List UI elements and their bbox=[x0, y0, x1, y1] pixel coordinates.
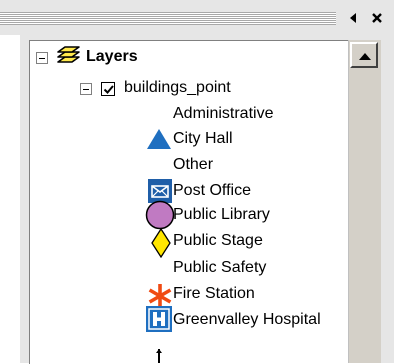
grip-end bbox=[336, 10, 340, 26]
window-titlebar[interactable] bbox=[0, 0, 394, 35]
close-button[interactable] bbox=[368, 9, 386, 27]
close-icon bbox=[372, 13, 382, 23]
yellow-diamond-icon bbox=[150, 228, 172, 258]
scroll-up-arrow-icon bbox=[359, 53, 371, 60]
layer-visibility-checkbox[interactable] bbox=[101, 82, 115, 96]
collapse-layers-toggle[interactable] bbox=[36, 52, 48, 64]
layer-name-label[interactable]: buildings_point bbox=[124, 78, 231, 98]
legend-heading-public-safety: Public Safety bbox=[173, 259, 267, 276]
vertical-scrollbar[interactable] bbox=[348, 40, 381, 363]
hospital-icon bbox=[146, 306, 172, 332]
scroll-up-button[interactable] bbox=[350, 42, 378, 68]
collapse-layer-toggle[interactable] bbox=[80, 83, 92, 95]
checkmark-icon bbox=[103, 85, 114, 94]
drag-grip[interactable] bbox=[0, 12, 340, 25]
next-symbol-partial-icon bbox=[156, 349, 162, 363]
auto-hide-pin-button[interactable] bbox=[344, 9, 362, 27]
legend-item-public-stage: Public Stage bbox=[173, 232, 263, 249]
legend-item-post-office: Post Office bbox=[173, 182, 251, 199]
legend-heading-administrative: Administrative bbox=[173, 105, 274, 122]
layers-root-label[interactable]: Layers bbox=[86, 47, 138, 67]
legend-heading-other: Other bbox=[173, 156, 214, 173]
legend-item-greenvalley-hospital: Greenvalley Hospital bbox=[173, 311, 321, 328]
legend-item-public-library: Public Library bbox=[173, 206, 270, 223]
layers-stack-icon bbox=[53, 45, 81, 67]
legend-item-fire-station: Fire Station bbox=[173, 285, 255, 302]
pin-left-arrow-icon bbox=[350, 13, 356, 23]
blue-triangle-icon bbox=[146, 128, 172, 150]
purple-circle-icon bbox=[145, 200, 175, 230]
legend-item-city-hall: City Hall bbox=[173, 130, 233, 147]
